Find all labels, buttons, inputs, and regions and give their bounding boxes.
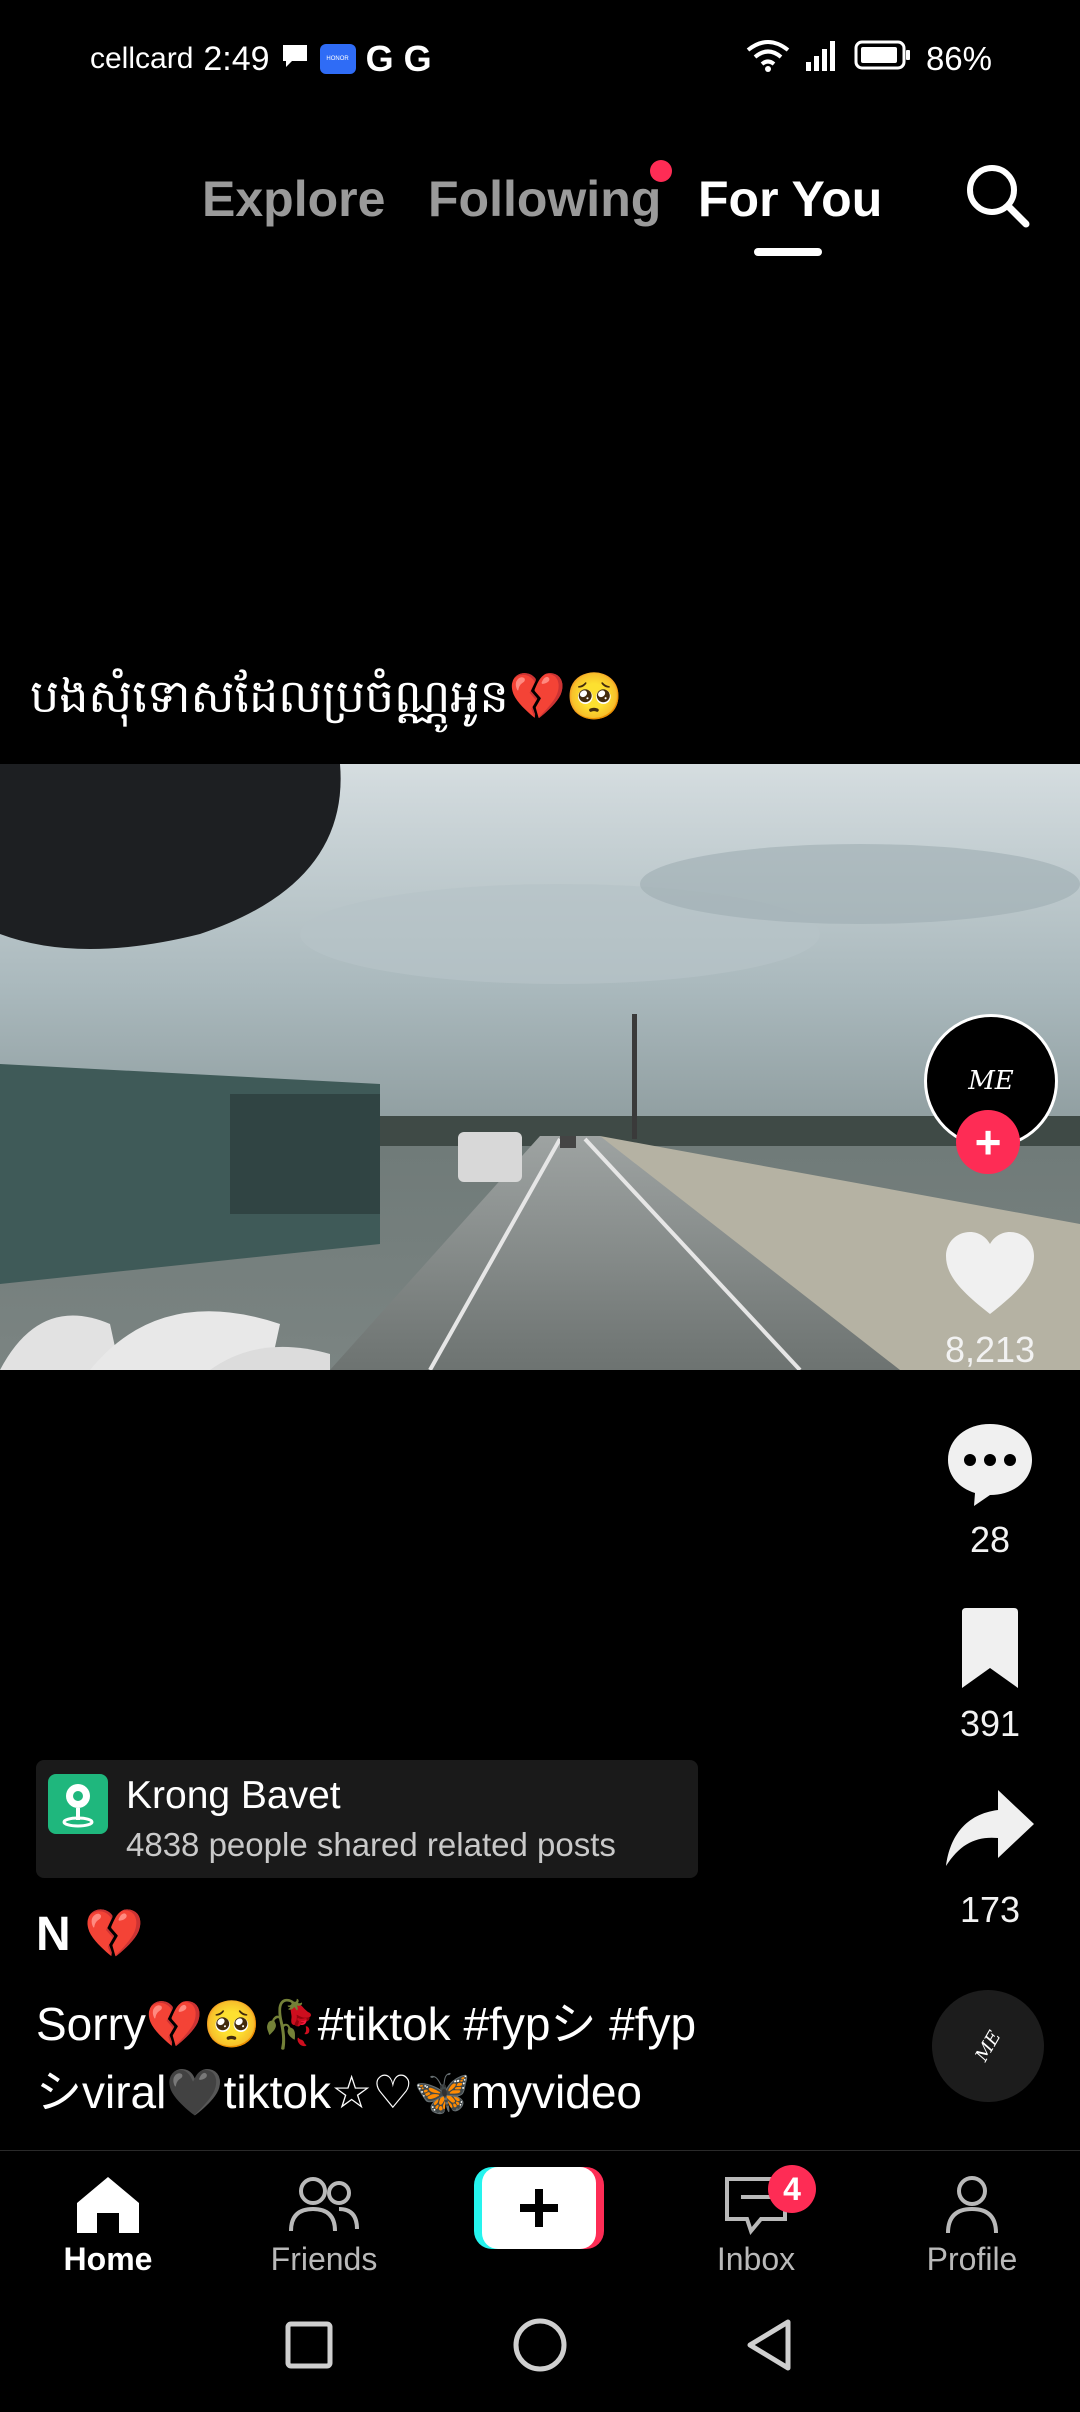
back-triangle-icon — [747, 2319, 791, 2371]
save-count: 391 — [959, 1703, 1021, 1744]
status-bar: cellcard 2:49 HONOR G G 86% — [0, 0, 1080, 125]
caption-line: Sorry💔🥺🥀#tiktok #fypシ #fyp — [36, 1998, 697, 2050]
friends-icon — [289, 2177, 359, 2232]
nav-friends-label: Friends — [270, 2241, 378, 2277]
create-plus-icon — [474, 2167, 604, 2249]
tab-explore[interactable]: Explore — [202, 170, 385, 228]
home-system-button[interactable] — [505, 2310, 575, 2380]
nav-home[interactable]: Home — [18, 2171, 198, 2278]
location-subtitle: 4838 people shared related posts — [126, 1826, 616, 1863]
share-button[interactable]: 173 — [920, 1782, 1060, 1931]
bookmark-icon — [962, 1608, 1018, 1688]
battery-icon — [854, 39, 912, 79]
square-icon — [285, 2321, 333, 2369]
back-button[interactable] — [734, 2310, 804, 2380]
status-left: cellcard 2:49 HONOR G G — [90, 38, 432, 80]
like-count: 8,213 — [944, 1329, 1036, 1370]
nav-profile[interactable]: Profile — [882, 2171, 1062, 2278]
follow-button[interactable]: + — [956, 1110, 1020, 1174]
new-content-dot — [650, 160, 672, 182]
status-right: 86% — [746, 38, 992, 80]
comment-icon — [948, 1424, 1032, 1506]
honor-app-icon: HONOR — [319, 44, 356, 74]
google-icon: G — [403, 38, 432, 79]
nav-profile-label: Profile — [926, 2241, 1018, 2277]
feed-tabs: Explore Following For You — [0, 160, 1080, 270]
recents-button[interactable] — [274, 2310, 344, 2380]
carrier-name: cellcard — [90, 42, 194, 75]
active-tab-indicator — [754, 248, 822, 256]
circle-icon — [513, 2318, 567, 2372]
search-icon — [967, 165, 1030, 228]
video-player[interactable] — [0, 764, 1080, 1370]
author-name[interactable]: N 💔 — [36, 1905, 144, 1962]
music-disc[interactable]: ME — [911, 1969, 1065, 2123]
home-icon — [77, 2177, 139, 2233]
profile-icon — [946, 2176, 998, 2234]
google-icon: G — [365, 38, 394, 79]
comment-count: 28 — [969, 1519, 1011, 1560]
nav-inbox-label: Inbox — [716, 2241, 796, 2277]
location-pin-icon — [48, 1774, 108, 1834]
share-count: 173 — [959, 1889, 1021, 1930]
location-name: Krong Bavet — [126, 1774, 341, 1817]
inbox-badge: 4 — [768, 2165, 816, 2213]
tab-for-you[interactable]: For You — [698, 170, 882, 228]
like-button[interactable]: 8,213 — [920, 1230, 1060, 1371]
video-overlay-text: បងសុំទោសដែលប្រចំណ្ណូអូន💔🥺 — [30, 670, 624, 722]
tab-following[interactable]: Following — [428, 170, 661, 228]
signal-icon — [804, 38, 840, 80]
create-button[interactable] — [474, 2167, 604, 2249]
wifi-icon — [746, 38, 790, 80]
heart-icon — [946, 1232, 1034, 1314]
share-icon — [946, 1790, 1034, 1866]
comment-button[interactable]: 28 — [920, 1420, 1060, 1561]
video-frame — [0, 764, 1080, 1370]
save-button[interactable]: 391 — [920, 1604, 1060, 1745]
battery-level: 86% — [925, 40, 992, 77]
system-nav-bar — [0, 2290, 1080, 2412]
nav-inbox[interactable]: 4 Inbox — [666, 2165, 846, 2278]
post-caption[interactable]: Sorry💔🥺🥀#tiktok #fypシ #fyp シviral🖤tiktok… — [36, 1990, 796, 2126]
clock: 2:49 — [203, 39, 270, 78]
message-icon — [280, 41, 310, 78]
search-button[interactable] — [962, 160, 1032, 230]
nav-home-label: Home — [63, 2241, 153, 2277]
location-card[interactable]: Krong Bavet 4838 people shared related p… — [36, 1760, 698, 1878]
nav-friends[interactable]: Friends — [234, 2171, 414, 2278]
bottom-nav: Home Friends 4 Inbox Profile — [0, 2150, 1080, 2277]
caption-line: シviral🖤tiktok☆♡🦋myvideo — [36, 2066, 643, 2118]
